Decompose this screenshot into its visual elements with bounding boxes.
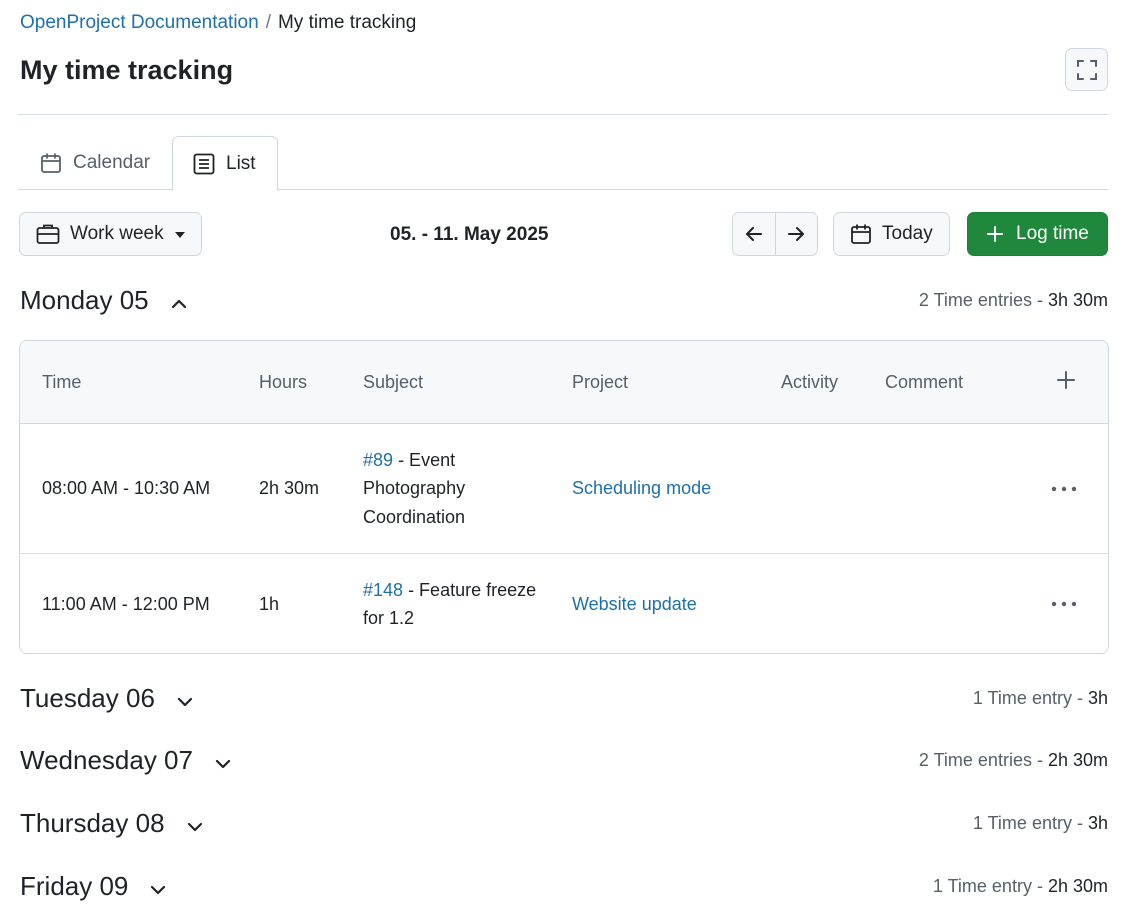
day-entry-count: 2 Time entries (918, 749, 1032, 770)
chevron-down-icon (177, 683, 193, 714)
work-package-link[interactable]: #148 (363, 580, 403, 600)
day-title: Friday 09 (20, 870, 129, 901)
entry-subject: #148 - Feature freeze for 1.2 (363, 554, 558, 653)
day-summary-monday: 2 Time entries -3h 30m (918, 289, 1108, 310)
list-icon (193, 153, 215, 175)
today-label: Today (882, 223, 933, 244)
range-select-label: Work week (70, 223, 164, 244)
breadcrumb-separator: / (265, 12, 271, 33)
add-column-button[interactable] (1056, 370, 1076, 390)
table-row[interactable]: 08:00 AM - 10:30 AM 2h 30m #89 - Event P… (20, 424, 1108, 553)
calendar-icon (850, 223, 872, 245)
entry-subject: #89 - Event Photography Coordination (363, 424, 558, 553)
table-row[interactable]: 11:00 AM - 12:00 PM 1h #148 - Feature fr… (20, 553, 1108, 653)
chevron-down-icon (187, 808, 203, 839)
fullscreen-button[interactable] (1065, 48, 1108, 91)
day-total: 3h (1087, 687, 1108, 708)
column-header-comment: Comment (885, 372, 964, 392)
page-title: My time tracking (20, 55, 234, 85)
calendar-icon (40, 152, 62, 174)
day-summary-wednesday: 2 Time entries -2h 30m (918, 749, 1108, 770)
day-heading-friday[interactable]: Friday 09 (20, 866, 166, 906)
briefcase-icon (36, 223, 60, 245)
fullscreen-icon (1076, 59, 1098, 81)
arrow-right-icon (787, 226, 805, 242)
tab-list-label: List (226, 152, 256, 174)
log-time-button[interactable]: Log time (967, 212, 1108, 256)
entry-hours: 1h (259, 593, 280, 614)
tab-calendar[interactable]: Calendar (40, 136, 150, 190)
entry-project: Scheduling mode (572, 424, 711, 553)
date-range: 05. - 11. May 2025 (390, 224, 549, 245)
chevron-down-icon (215, 745, 231, 776)
entry-project: Website update (572, 554, 697, 653)
today-button[interactable]: Today (833, 212, 950, 256)
previous-button[interactable] (733, 213, 775, 255)
arrow-left-icon (745, 226, 763, 242)
day-title: Wednesday 07 (20, 744, 193, 775)
day-heading-tuesday[interactable]: Tuesday 06 (20, 678, 193, 718)
day-title: Thursday 08 (20, 807, 165, 838)
day-heading-monday[interactable]: Monday 05 (20, 280, 187, 320)
day-total: 3h (1087, 812, 1108, 833)
day-entry-count: 1 Time entry (972, 687, 1072, 708)
day-summary-tuesday: 1 Time entry -3h (972, 687, 1108, 708)
project-link[interactable]: Website update (572, 590, 697, 619)
day-summary-thursday: 1 Time entry -3h (972, 812, 1108, 833)
day-total: 2h 30m (1047, 875, 1108, 896)
day-title: Monday 05 (20, 284, 149, 315)
row-menu-button[interactable] (1051, 554, 1077, 653)
column-header-subject: Subject (363, 372, 424, 392)
more-horizontal-icon (1051, 601, 1077, 607)
column-header-project: Project (572, 372, 629, 392)
plus-icon (986, 225, 1004, 243)
plus-icon (1056, 370, 1076, 390)
day-heading-thursday[interactable]: Thursday 08 (20, 803, 203, 843)
column-header-activity: Activity (781, 372, 839, 392)
breadcrumb-root-link[interactable]: OpenProject Documentation (20, 12, 259, 34)
more-horizontal-icon (1051, 486, 1077, 492)
tab-calendar-label: Calendar (73, 152, 151, 173)
column-header-hours: Hours (259, 372, 308, 392)
breadcrumb-current: My time tracking (277, 12, 417, 33)
day-entry-count: 2 Time entries (918, 289, 1032, 310)
entry-time: 11:00 AM - 12:00 PM (42, 593, 210, 614)
chevron-up-icon (171, 285, 187, 316)
header-divider (18, 114, 1108, 115)
log-time-label: Log time (1016, 223, 1089, 244)
day-title: Tuesday 06 (20, 682, 155, 713)
entry-time: 08:00 AM - 10:30 AM (42, 478, 211, 499)
work-package-link[interactable]: #89 (363, 450, 393, 470)
next-button[interactable] (774, 213, 817, 255)
column-header-time: Time (42, 372, 82, 392)
date-nav-group (732, 212, 818, 256)
tab-list[interactable]: List (172, 136, 278, 191)
day-total: 2h 30m (1047, 749, 1108, 770)
chevron-down-icon (150, 871, 166, 902)
caret-down-icon (174, 223, 186, 245)
table-header: Time Hours Subject Project Activity Comm… (20, 341, 1108, 424)
view-tabs: Calendar List (18, 136, 1108, 191)
project-link[interactable]: Scheduling mode (572, 474, 711, 503)
day-total: 3h 30m (1047, 289, 1108, 310)
breadcrumb: OpenProject Documentation / My time trac… (20, 12, 416, 34)
row-menu-button[interactable] (1051, 424, 1077, 553)
day-entry-count: 1 Time entry (932, 875, 1032, 896)
day-entry-count: 1 Time entry (972, 812, 1072, 833)
entry-hours: 2h 30m (259, 478, 320, 499)
day-heading-wednesday[interactable]: Wednesday 07 (20, 740, 231, 780)
range-select-button[interactable]: Work week (19, 212, 202, 256)
day-summary-friday: 1 Time entry -2h 30m (932, 875, 1108, 896)
time-entries-table: Time Hours Subject Project Activity Comm… (19, 340, 1109, 654)
